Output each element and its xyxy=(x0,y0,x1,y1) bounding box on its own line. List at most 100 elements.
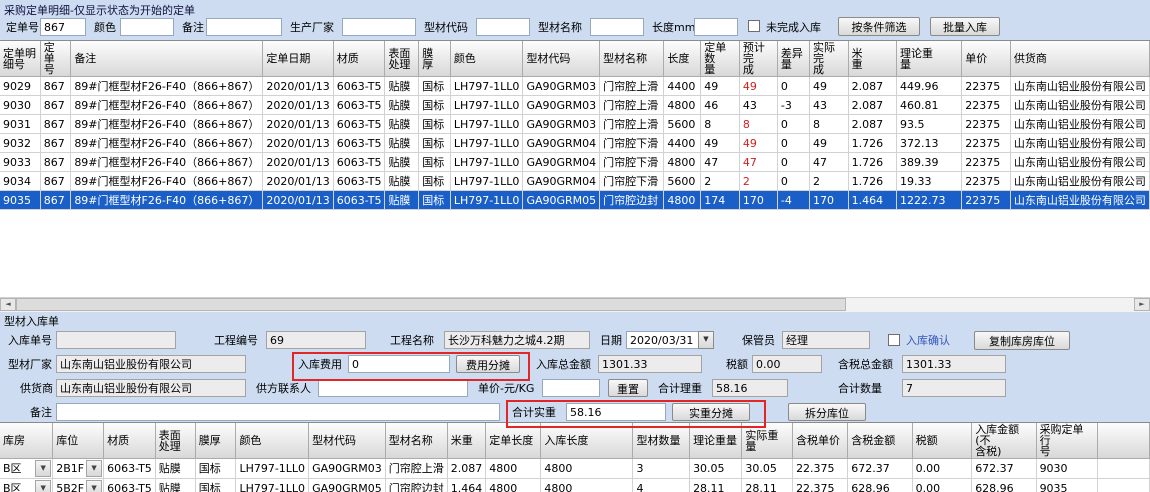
supplier-contact-input[interactable] xyxy=(318,379,468,397)
table-row[interactable]: 903186789#门框型材F26-F40（866+867）2020/01/13… xyxy=(0,115,1150,134)
column-header: 预计完 成 xyxy=(739,41,777,77)
table-row[interactable]: 903586789#门框型材F26-F40（866+867）2020/01/13… xyxy=(0,191,1150,210)
remark-filter-input[interactable] xyxy=(206,18,282,36)
cell: 867 xyxy=(40,191,71,210)
copy-warehouse-location-button[interactable]: 复制库房库位 xyxy=(974,331,1070,350)
dropdown-cell[interactable]: 5B2F▼ xyxy=(53,479,104,492)
manufacturer-input[interactable] xyxy=(342,18,416,36)
filter-by-condition-button[interactable]: 按条件筛选 xyxy=(838,17,920,36)
tax-input[interactable] xyxy=(752,355,822,373)
color-filter-input[interactable] xyxy=(120,18,174,36)
scrollbar-thumb[interactable] xyxy=(16,298,846,311)
cell: 867 xyxy=(40,153,71,172)
order-no-label: 定单号 xyxy=(6,21,39,34)
table-row[interactable]: B区▼2B1F▼6063-T5贴膜国标LH797-1LL0GA90GRM03门帘… xyxy=(0,459,1150,479)
inbound-fee-input[interactable] xyxy=(348,355,450,373)
column-header: 采购定单行 号 xyxy=(1036,423,1098,459)
column-header: 差异量 xyxy=(777,41,809,77)
chevron-down-icon[interactable]: ▼ xyxy=(86,480,102,492)
profile-name-input[interactable] xyxy=(590,18,644,36)
date-label: 日期 xyxy=(600,334,622,347)
cell: 4400 xyxy=(664,134,701,153)
cell: 9034 xyxy=(0,172,40,191)
cell: 47 xyxy=(809,153,848,172)
date-dropdown-icon[interactable]: ▼ xyxy=(698,331,714,349)
table-row[interactable]: B区▼5B2F▼6063-T5贴膜国标LH797-1LL0GA90GRM05门帘… xyxy=(0,479,1150,492)
cell: 6063-T5 xyxy=(333,77,385,96)
cell: 49 xyxy=(701,134,740,153)
length-filter-label: 长度mm xyxy=(652,21,695,34)
table-row[interactable]: 902986789#门框型材F26-F40（866+867）2020/01/13… xyxy=(0,77,1150,96)
scroll-right-icon[interactable]: ► xyxy=(1134,298,1150,311)
dropdown-cell[interactable]: 2B1F▼ xyxy=(53,459,104,479)
table-row[interactable]: 903386789#门框型材F26-F40（866+867）2020/01/13… xyxy=(0,153,1150,172)
receipt-no-input[interactable] xyxy=(56,331,176,349)
profile-factory-input[interactable] xyxy=(56,355,246,373)
dropdown-cell[interactable]: B区▼ xyxy=(0,459,53,479)
profile-code-input[interactable] xyxy=(476,18,530,36)
total-qty-label: 合计数量 xyxy=(838,382,882,395)
column-header: 单价 xyxy=(962,41,1011,77)
inbound-fee-label: 入库费用 xyxy=(298,358,342,371)
app-screen: 采购定单明细-仅显示状态为开始的定单 定单号 颜色 备注 生产厂家 型材代码 型… xyxy=(0,0,1150,492)
scroll-left-icon[interactable]: ◄ xyxy=(0,298,16,311)
cell: 867 xyxy=(40,134,71,153)
cell: 0.00 xyxy=(912,479,972,492)
table-row[interactable]: 903086789#门框型材F26-F40（866+867）2020/01/13… xyxy=(0,96,1150,115)
total-with-tax-input[interactable] xyxy=(902,355,1006,373)
chevron-down-icon[interactable]: ▼ xyxy=(35,480,51,492)
inbound-confirm-checkbox[interactable] xyxy=(888,334,900,346)
cell: 6063-T5 xyxy=(333,96,385,115)
order-no-input[interactable] xyxy=(40,18,86,36)
cell: 22375 xyxy=(962,96,1011,115)
cell: 6063-T5 xyxy=(333,172,385,191)
cell: 门帘腔下滑 xyxy=(600,153,664,172)
cell: 170 xyxy=(809,191,848,210)
split-location-button[interactable]: 拆分库位 xyxy=(788,403,866,421)
unit-price-input[interactable] xyxy=(542,379,600,397)
project-no-input[interactable] xyxy=(266,331,366,349)
unfinished-inbound-checkbox[interactable] xyxy=(748,20,760,32)
purchase-order-panel-title: 采购定单明细-仅显示状态为开始的定单 xyxy=(4,2,195,18)
total-actual-weight-label: 合计实重 xyxy=(512,406,556,419)
column-header: 含税金额 xyxy=(848,423,912,459)
fee-share-button[interactable]: 费用分摊 xyxy=(456,355,520,373)
table-row[interactable]: 903286789#门框型材F26-F40（866+867）2020/01/13… xyxy=(0,134,1150,153)
reset-button[interactable]: 重置 xyxy=(608,379,648,397)
supplier-label: 供货商 xyxy=(20,382,53,395)
dropdown-cell[interactable]: B区 ▼ xyxy=(0,479,53,492)
cell: LH797-1LL0 xyxy=(450,115,523,134)
project-name-input[interactable] xyxy=(444,331,590,349)
batch-inbound-button[interactable]: 批量入库 xyxy=(930,17,1000,36)
chevron-down-icon[interactable]: ▼ xyxy=(86,460,102,477)
cell: 389.39 xyxy=(896,153,961,172)
cell: 1.726 xyxy=(848,172,896,191)
column-header: 实际重量 xyxy=(742,423,793,459)
cell-filler xyxy=(1098,479,1150,492)
cell: 门帘腔边封 xyxy=(600,191,664,210)
cell: 国标 xyxy=(419,191,451,210)
total-amount-input[interactable] xyxy=(598,355,702,373)
remark-filter-label: 备注 xyxy=(182,21,204,34)
profile-name-label: 型材名称 xyxy=(538,21,582,34)
total-theory-weight-input[interactable] xyxy=(712,379,788,397)
cell: 4400 xyxy=(664,77,701,96)
chevron-down-icon[interactable]: ▼ xyxy=(35,460,51,477)
cell: 89#门框型材F26-F40（866+867） xyxy=(71,77,263,96)
receipt-no-label: 入库单号 xyxy=(8,334,52,347)
keeper-input[interactable] xyxy=(782,331,870,349)
remark-input[interactable] xyxy=(56,403,500,421)
unfinished-inbound-label: 未完成入库 xyxy=(766,21,821,34)
cell: GA90GRM04 xyxy=(523,134,600,153)
dropdown-value: B区 xyxy=(3,482,22,492)
actual-weight-share-button[interactable]: 实重分摊 xyxy=(672,403,750,421)
tax-label: 税额 xyxy=(726,358,748,371)
total-actual-weight-input[interactable] xyxy=(566,403,666,421)
column-header: 入库金额(不 含税) xyxy=(972,423,1036,459)
column-header: 库房 xyxy=(0,423,53,459)
total-qty-input[interactable] xyxy=(902,379,1006,397)
supplier-input[interactable] xyxy=(56,379,246,397)
horizontal-scrollbar[interactable]: ◄ ► xyxy=(0,297,1150,312)
table-row[interactable]: 903486789#门框型材F26-F40（866+867）2020/01/13… xyxy=(0,172,1150,191)
length-filter-input[interactable] xyxy=(694,18,738,36)
